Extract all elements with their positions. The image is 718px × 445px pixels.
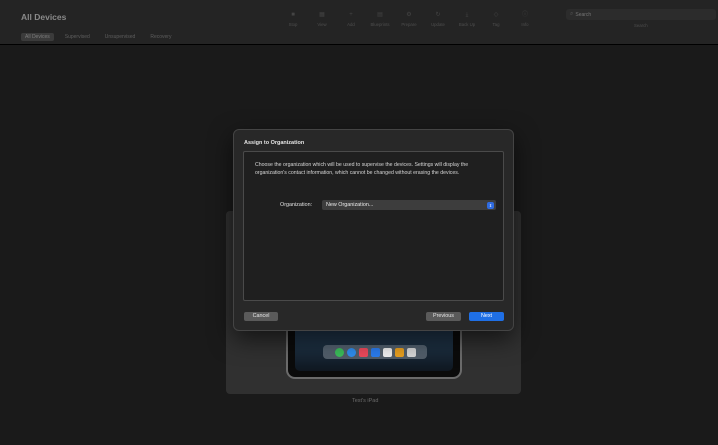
app-icon bbox=[406, 347, 416, 357]
dialog-title: Assign to Organization bbox=[244, 140, 305, 146]
update-icon: ↻ bbox=[435, 12, 441, 18]
view-label: View bbox=[317, 22, 327, 27]
view-button[interactable]: ▦ View bbox=[309, 11, 335, 27]
app-icon bbox=[334, 347, 344, 357]
dock bbox=[323, 345, 427, 359]
add-button[interactable]: + Add bbox=[338, 11, 364, 27]
stop-icon: ■ bbox=[291, 12, 295, 18]
tab-recovery[interactable]: Recovery bbox=[146, 33, 175, 41]
stop-button[interactable]: ■ Stop bbox=[280, 11, 306, 27]
blueprints-button[interactable]: ▤ Blueprints bbox=[367, 11, 393, 27]
device-name[interactable]: Test's iPad bbox=[352, 398, 378, 404]
info-label: Info bbox=[521, 22, 529, 27]
search-box: ⌕ bbox=[566, 9, 716, 20]
update-button[interactable]: ↻ Update bbox=[425, 11, 451, 27]
add-label: Add bbox=[347, 22, 355, 27]
tag-label: Tag bbox=[492, 22, 500, 27]
organization-label: Organization: bbox=[280, 202, 313, 208]
tab-all-devices[interactable]: All Devices bbox=[21, 33, 54, 41]
app-icon bbox=[382, 347, 392, 357]
stop-label: Stop bbox=[288, 22, 298, 27]
cancel-button[interactable]: Cancel bbox=[244, 312, 278, 321]
info-icon: ⓘ bbox=[521, 12, 528, 18]
search-input[interactable] bbox=[575, 11, 696, 18]
tab-unsupervised[interactable]: Unsupervised bbox=[101, 33, 140, 41]
app-icon bbox=[358, 347, 368, 357]
app-icon bbox=[394, 347, 404, 357]
prepare-label: Prepare bbox=[401, 22, 417, 27]
assign-organization-dialog: Assign to Organization Choose the organi… bbox=[233, 129, 514, 331]
previous-button[interactable]: Previous bbox=[426, 312, 461, 321]
app-icon bbox=[346, 347, 356, 357]
organization-value: New Organization... bbox=[326, 202, 374, 208]
blueprints-label: Blueprints bbox=[370, 22, 390, 27]
filter-tabs: All Devices Supervised Unsupervised Reco… bbox=[21, 33, 175, 41]
blueprints-icon: ▤ bbox=[377, 12, 383, 18]
info-button[interactable]: ⓘ Info bbox=[512, 11, 538, 27]
prepare-icon: ⚙ bbox=[406, 12, 412, 18]
backup-button[interactable]: ⤓ Back Up bbox=[454, 11, 480, 27]
next-button[interactable]: Next bbox=[469, 312, 504, 321]
view-icon: ▦ bbox=[319, 12, 325, 18]
search-icon: ⌕ bbox=[570, 11, 574, 17]
search-label: Search bbox=[634, 23, 648, 28]
backup-icon: ⤓ bbox=[465, 12, 469, 18]
titlebar: All Devices All Devices Supervised Unsup… bbox=[0, 0, 718, 45]
dialog-content: Choose the organization which will be us… bbox=[243, 151, 504, 301]
backup-label: Back Up bbox=[458, 22, 476, 27]
organization-select[interactable]: New Organization... ⇕ bbox=[322, 200, 496, 210]
app-title: All Devices bbox=[21, 12, 67, 22]
tag-button[interactable]: ◇ Tag bbox=[483, 11, 509, 27]
app-icon bbox=[370, 347, 380, 357]
prepare-button[interactable]: ⚙ Prepare bbox=[396, 11, 422, 27]
chevron-up-down-icon: ⇕ bbox=[487, 201, 494, 209]
update-label: Update bbox=[431, 22, 445, 27]
add-icon: + bbox=[349, 12, 353, 18]
tag-icon: ◇ bbox=[493, 12, 499, 18]
dialog-description: Choose the organization which will be us… bbox=[255, 162, 469, 176]
tab-supervised[interactable]: Supervised bbox=[61, 33, 94, 41]
toolbar: ■ Stop ▦ View + Add ▤ Blueprints ⚙ Prepa… bbox=[280, 11, 541, 27]
